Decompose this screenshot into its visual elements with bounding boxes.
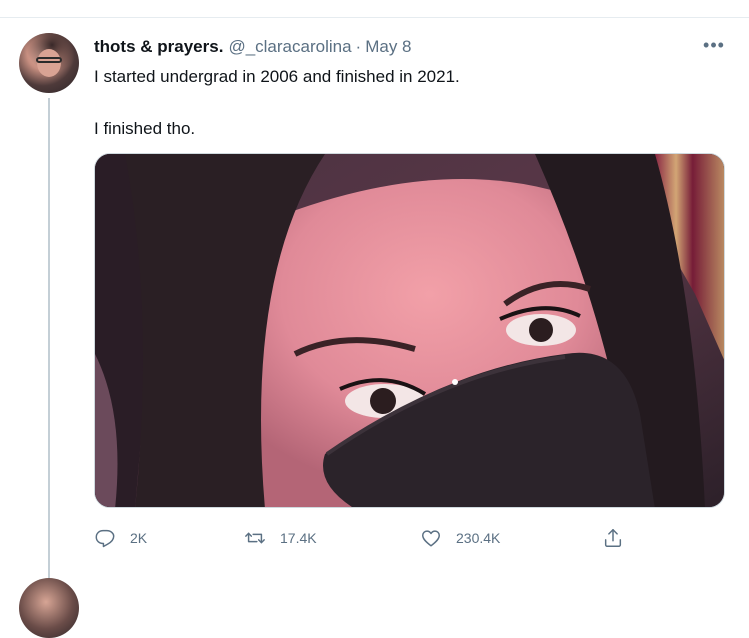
tweet-actions: 2K 17.4K 230.4K xyxy=(94,525,634,551)
separator-dot: · xyxy=(355,37,362,56)
tweet-date[interactable]: May 8 xyxy=(365,37,411,57)
share-button[interactable] xyxy=(602,525,624,551)
next-tweet-avatar[interactable] xyxy=(19,578,79,638)
like-button[interactable]: 230.4K xyxy=(420,525,500,551)
tweet-header: thots & prayers. @_claracarolina · May 8 xyxy=(94,36,412,58)
more-icon[interactable]: ••• xyxy=(700,34,728,56)
tweet-text-line-1: I started undergrad in 2006 and finished… xyxy=(94,67,460,86)
retweet-icon xyxy=(245,532,265,544)
like-count: 230.4K xyxy=(456,530,501,546)
tweet-text: I started undergrad in 2006 and finished… xyxy=(94,66,460,140)
heart-icon xyxy=(422,530,440,547)
media-photo xyxy=(95,154,724,507)
avatar[interactable] xyxy=(19,33,79,93)
thread-line xyxy=(48,98,50,578)
share-icon xyxy=(604,529,622,547)
display-name[interactable]: thots & prayers. xyxy=(94,37,223,57)
user-handle[interactable]: @_claracarolina xyxy=(228,37,351,57)
tweet-text-line-2: I finished tho. xyxy=(94,119,196,138)
tweet-media-image[interactable] xyxy=(94,153,725,508)
retweet-count: 17.4K xyxy=(280,530,317,546)
avatar-face xyxy=(37,49,61,77)
reply-icon xyxy=(95,529,115,548)
top-divider xyxy=(0,17,749,18)
reply-count: 2K xyxy=(130,530,148,546)
avatar-glasses xyxy=(36,57,62,63)
retweet-button[interactable]: 17.4K xyxy=(244,525,317,551)
reply-button[interactable]: 2K xyxy=(94,525,147,551)
